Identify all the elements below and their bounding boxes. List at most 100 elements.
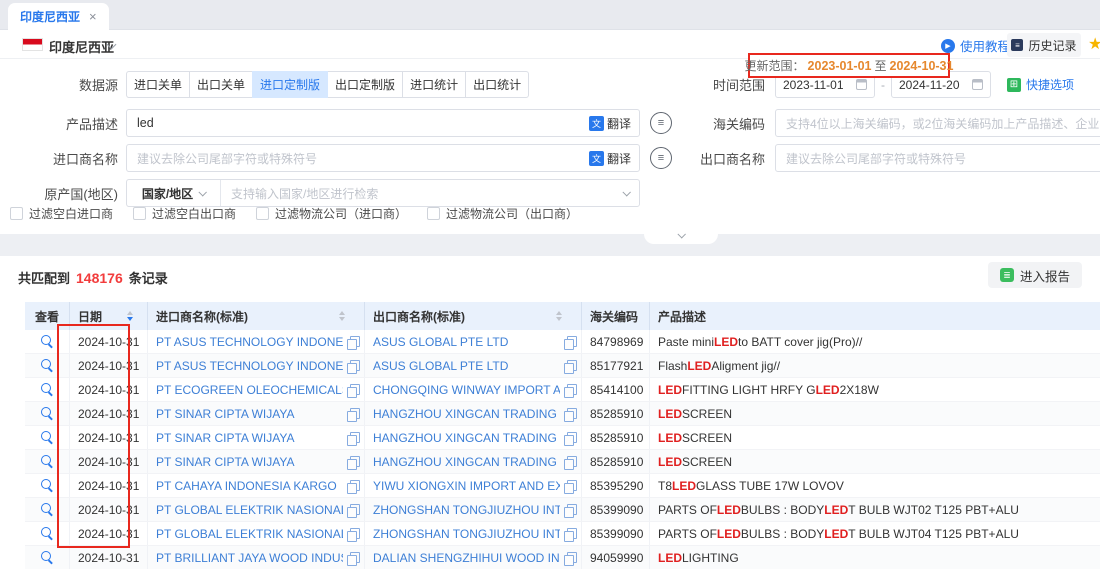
view-detail-icon[interactable] — [41, 431, 54, 444]
copy-icon[interactable] — [347, 528, 359, 540]
exporter-link[interactable]: YIWU XIONGXIN IMPORT AND EXPORT... — [373, 479, 560, 493]
importer-link[interactable]: PT SINAR CIPTA WIJAYA — [156, 431, 343, 445]
panel-gap — [0, 234, 1100, 256]
copy-icon[interactable] — [347, 336, 359, 348]
product-desc-value: led — [137, 116, 589, 130]
origin-type-select[interactable]: 国家/地区 — [127, 180, 221, 206]
date-cell: 2024-10-31 — [70, 402, 148, 425]
query-form: 数据源 进口关单出口关单进口定制版出口定制版进口统计出口统计 时间范围 2023… — [0, 59, 1100, 234]
copy-icon[interactable] — [347, 504, 359, 516]
importer-link[interactable]: PT CAHAYA INDONESIA KARGO — [156, 479, 343, 493]
data-source-tab[interactable]: 进口统计 — [402, 71, 466, 98]
collapse-form-button[interactable] — [644, 230, 718, 244]
data-source-row: 数据源 进口关单出口关单进口定制版出口定制版进口统计出口统计 — [8, 71, 529, 98]
origin-row: 原产国(地区) 国家/地区 支持输入国家/地区进行检索 — [8, 179, 640, 207]
hs-code-input[interactable]: 支持4位以上海关编码，或2位海关编码加上产品描述、企业名称的任意信息 — [775, 109, 1100, 137]
sort-icons[interactable] — [339, 311, 345, 321]
view-detail-icon[interactable] — [41, 407, 54, 420]
importer-link[interactable]: PT GLOBAL ELEKTRIK NASIONAL — [156, 527, 343, 541]
data-source-tab[interactable]: 进口定制版 — [252, 71, 328, 98]
exporter-input[interactable]: 建议去除公司尾部字符或特殊符号 — [775, 144, 1100, 172]
exporter-link[interactable]: DALIAN SHENGZHIHUI WOOD INDUST... — [373, 551, 560, 565]
importer-link[interactable]: PT ASUS TECHNOLOGY INDONESIA BA... — [156, 335, 343, 349]
copy-icon[interactable] — [564, 528, 576, 540]
exporter-link[interactable]: HANGZHOU XINGCAN TRADING CO LTD — [373, 431, 560, 445]
checkbox[interactable] — [427, 207, 440, 220]
copy-icon[interactable] — [564, 336, 576, 348]
tutorial-link[interactable]: ▶ 使用教程 — [941, 36, 1010, 55]
copy-icon[interactable] — [564, 504, 576, 516]
data-source-tab[interactable]: 出口关单 — [189, 71, 253, 98]
importer-link[interactable]: PT BRILLIANT JAYA WOOD INDUSTRY — [156, 551, 343, 565]
view-detail-icon[interactable] — [41, 551, 54, 564]
importer-input[interactable]: 建议去除公司尾部字符或特殊符号 文 翻译 — [126, 144, 640, 172]
data-source-tab[interactable]: 出口统计 — [465, 71, 529, 98]
checkbox[interactable] — [256, 207, 269, 220]
data-source-label: 数据源 — [8, 75, 118, 94]
product-desc-input[interactable]: led 文 翻译 — [126, 109, 640, 137]
exporter-placeholder: 建议去除公司尾部字符或特殊符号 — [786, 150, 966, 167]
data-source-tab[interactable]: 进口关单 — [126, 71, 190, 98]
copy-icon[interactable] — [564, 384, 576, 396]
quick-options-link[interactable]: ⊞ 快捷选项 — [1007, 76, 1074, 93]
history-button[interactable]: ≡ 历史记录 — [1007, 33, 1081, 57]
copy-icon[interactable] — [564, 552, 576, 564]
copy-icon[interactable] — [564, 480, 576, 492]
sort-icons[interactable] — [127, 311, 133, 321]
date-cell: 2024-10-31 — [70, 426, 148, 449]
importer-label: 进口商名称 — [8, 149, 118, 168]
copy-icon[interactable] — [347, 360, 359, 372]
copy-icon[interactable] — [347, 432, 359, 444]
importer-link[interactable]: PT ASUS TECHNOLOGY INDONESIA BA... — [156, 359, 343, 373]
tab-indonesia[interactable]: 印度尼西亚 × — [8, 3, 109, 30]
importer-link[interactable]: PT ECOGREEN OLEOCHEMICALS — [156, 383, 343, 397]
view-cell — [25, 402, 70, 425]
exporter-link[interactable]: ASUS GLOBAL PTE LTD — [373, 335, 560, 349]
copy-icon[interactable] — [347, 384, 359, 396]
saved-conditions-icon[interactable]: ≡ — [650, 147, 672, 169]
saved-conditions-icon[interactable]: ≡ — [650, 112, 672, 134]
view-detail-icon[interactable] — [41, 503, 54, 516]
date-cell: 2024-10-31 — [70, 378, 148, 401]
view-detail-icon[interactable] — [41, 359, 54, 372]
view-detail-icon[interactable] — [41, 479, 54, 492]
country-selector-label[interactable]: 印度尼西亚 — [49, 37, 114, 56]
exporter-link[interactable]: ZHONGSHAN TONGJIUZHOU INTERNA... — [373, 503, 560, 517]
copy-icon[interactable] — [564, 360, 576, 372]
star-icon[interactable]: ★ — [1088, 34, 1100, 54]
translate-button[interactable]: 文 翻译 — [589, 150, 631, 167]
origin-input[interactable]: 国家/地区 支持输入国家/地区进行检索 — [126, 179, 640, 207]
view-detail-icon[interactable] — [41, 335, 54, 348]
exporter-link[interactable]: CHONGQING WINWAY IMPORT AND E... — [373, 383, 560, 397]
copy-icon[interactable] — [347, 408, 359, 420]
exporter-link[interactable]: ASUS GLOBAL PTE LTD — [373, 359, 560, 373]
checkbox[interactable] — [10, 207, 23, 220]
sort-asc-icon — [339, 311, 345, 315]
copy-icon[interactable] — [564, 432, 576, 444]
table-header-cell[interactable]: 出口商名称(标准) — [365, 302, 582, 330]
view-detail-icon[interactable] — [41, 455, 54, 468]
copy-icon[interactable] — [347, 552, 359, 564]
importer-link[interactable]: PT GLOBAL ELEKTRIK NASIONAL — [156, 503, 343, 517]
copy-icon[interactable] — [564, 456, 576, 468]
copy-icon[interactable] — [564, 408, 576, 420]
translate-button[interactable]: 文 翻译 — [589, 115, 631, 132]
copy-icon[interactable] — [347, 480, 359, 492]
data-source-tab[interactable]: 出口定制版 — [327, 71, 403, 98]
close-icon[interactable]: × — [89, 10, 97, 23]
exporter-link[interactable]: HANGZHOU XINGCAN TRADING CO LTD — [373, 407, 560, 421]
table-header-cell[interactable]: 日期 — [70, 302, 148, 330]
exporter-link[interactable]: ZHONGSHAN TONGJIUZHOU INTERNA... — [373, 527, 560, 541]
importer-link[interactable]: PT SINAR CIPTA WIJAYA — [156, 407, 343, 421]
view-detail-icon[interactable] — [41, 383, 54, 396]
importer-link[interactable]: PT SINAR CIPTA WIJAYA — [156, 455, 343, 469]
checkbox[interactable] — [133, 207, 146, 220]
view-detail-icon[interactable] — [41, 527, 54, 540]
copy-icon[interactable] — [347, 456, 359, 468]
exporter-link[interactable]: HANGZHOU XINGCAN TRADING CO LTD — [373, 455, 560, 469]
sort-icons[interactable] — [556, 311, 562, 321]
calendar-icon — [856, 79, 867, 90]
view-cell — [25, 354, 70, 377]
table-header-cell[interactable]: 进口商名称(标准) — [148, 302, 365, 330]
enter-report-button[interactable]: ≣ 进入报告 — [988, 262, 1082, 288]
